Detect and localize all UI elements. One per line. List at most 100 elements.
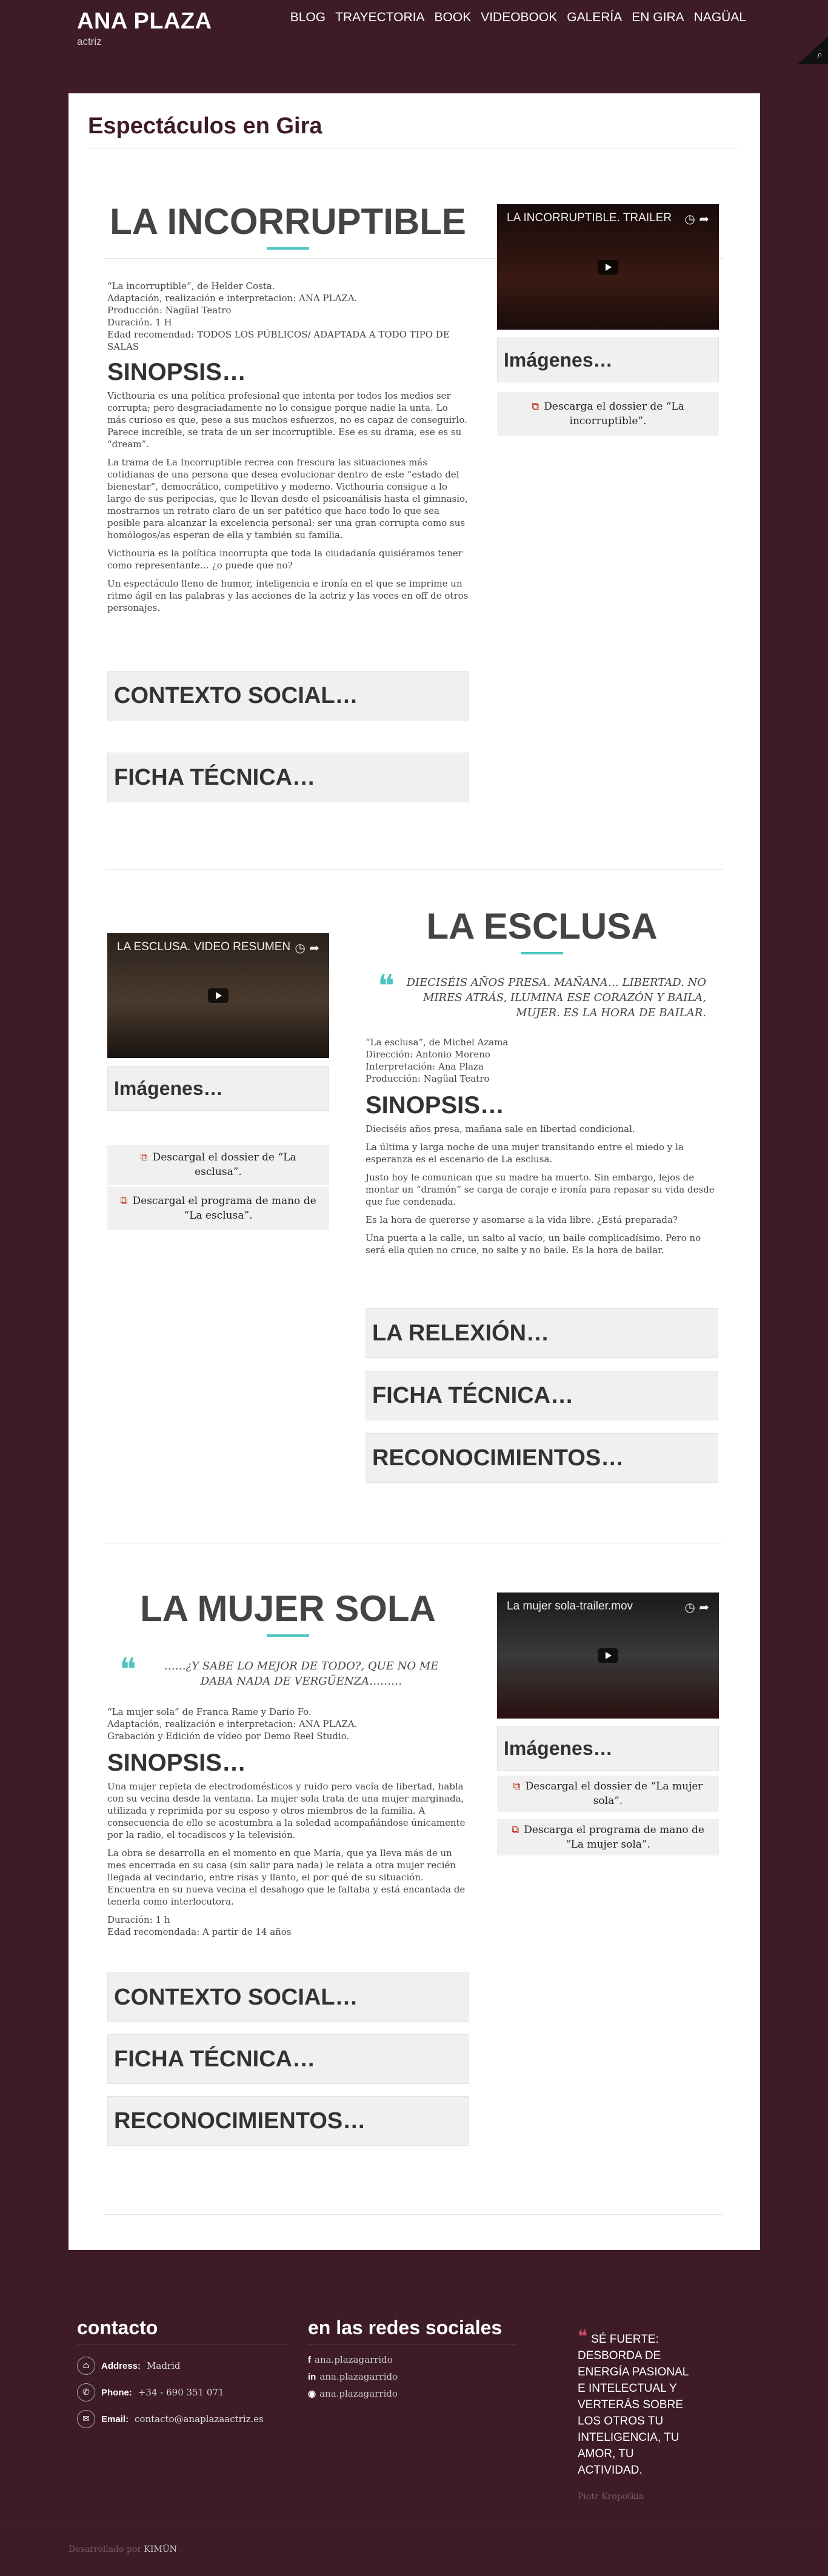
credit-link[interactable]: KIMÜN xyxy=(144,2544,177,2554)
nav-nagual[interactable]: NAGÜAL xyxy=(694,10,746,25)
social-facebook[interactable]: f ana.plazagarrido xyxy=(308,2354,517,2365)
footer-contact-title: contacto xyxy=(77,2317,158,2338)
share-icon[interactable]: ◷ ➦ xyxy=(684,1600,709,1614)
video-player-incorruptible[interactable]: LA INCORRUPTIBLE. TRAILER ◷ ➦ xyxy=(497,204,719,330)
images-label: Imágenes… xyxy=(504,1737,613,1759)
footer-contact: contacto ⌂ Address: Madrid ✆ Phone: +34 … xyxy=(77,2317,286,2428)
footer-credit: Desarrollado por KIMÜN xyxy=(68,2544,177,2554)
share-icon[interactable]: ◷ ➦ xyxy=(684,211,709,226)
images-gallery-toggle[interactable]: Imágenes… xyxy=(497,338,719,382)
credit-line: Producción: Nagüal Teatro xyxy=(107,305,232,316)
collapsible-ficha-tecnica[interactable]: FICHA TÉCNICA… xyxy=(107,2034,469,2084)
social-linkedin[interactable]: in ana.plazagarrido xyxy=(308,2371,517,2382)
synopsis-paragraph: Una puerta a la calle, un salto al vacío… xyxy=(366,1233,701,1256)
credit-line: Adaptación, realización e interpretacion… xyxy=(107,293,358,304)
download-dossier-button[interactable]: ⧉ Descarga el dossier de “La incorruptibl… xyxy=(497,392,719,436)
download-label: Descarga el dossier de “La incorruptible… xyxy=(544,401,684,427)
video-title: La mujer sola-trailer.mov xyxy=(507,1600,633,1612)
search-toggle[interactable]: ⌕ xyxy=(798,36,828,64)
site-header: ANA PLAZA actriz BLOG TRAYECTORIA BOOK V… xyxy=(0,0,828,91)
nav-galeria[interactable]: GALERÍA xyxy=(567,10,622,25)
footer-divider xyxy=(308,2344,517,2345)
quote-icon: ❝ xyxy=(578,2327,588,2347)
nav-en-gira[interactable]: EN GIRA xyxy=(632,10,684,25)
nav-book[interactable]: BOOK xyxy=(435,10,472,25)
section-divider xyxy=(105,2214,723,2215)
synopsis-paragraph: Victhouria es la política incorrupta que… xyxy=(107,548,462,571)
play-button[interactable] xyxy=(208,988,229,1003)
title-underline xyxy=(267,247,309,250)
collapsible-label: CONTEXTO SOCIAL… xyxy=(114,1984,358,2010)
synopsis-paragraph: Un espectáculo lleno de humor, inteligen… xyxy=(107,578,469,613)
contact-email: ✉ Email: contacto@anaplazaactriz.es xyxy=(77,2410,286,2428)
contact-address: ⌂ Address: Madrid xyxy=(77,2357,286,2375)
show-quote: ❝ ……¿Y SABE LO MEJOR DE TODO?, QUE NO ME… xyxy=(107,1655,469,1689)
show-incorruptible-main: LA INCORRUPTIBLE “La incorruptible”, de … xyxy=(107,201,469,614)
brand[interactable]: ANA PLAZA actriz xyxy=(77,8,212,48)
collapsible-label: RECONOCIMIENTOS… xyxy=(114,2108,366,2134)
credit-line: Grabación y Edición de vídeo por Demo Re… xyxy=(107,1731,350,1742)
download-label: Descargal el programa de mano de “La esc… xyxy=(132,1195,316,1222)
home-icon: ⌂ xyxy=(77,2357,95,2375)
download-program-button[interactable]: ⧉ Descarga el programa de mano de “La muj… xyxy=(497,1819,719,1855)
footer-quote: ❝ SÉ FUERTE: DESBORDA DE ENERGÍA PASIONAL… xyxy=(578,2327,699,2502)
nav-trayectoria[interactable]: TRAYECTORIA xyxy=(335,10,424,25)
phone-label: Phone: xyxy=(101,2387,132,2398)
social-handle: ana.plazagarrido xyxy=(319,2388,398,2399)
synopsis-paragraph: La obra se desarrolla en el momento en q… xyxy=(107,1848,466,1907)
show-credits: “La esclusa”, de Michel Azama Dirección:… xyxy=(366,1036,718,1085)
footer-divider xyxy=(77,2344,286,2345)
footer-social-title: en las redes sociales xyxy=(308,2317,502,2338)
video-player-esclusa[interactable]: LA ESCLUSA. VIDEO RESUMEN ◷ ➦ xyxy=(107,933,329,1058)
collapsible-reconocimientos[interactable]: RECONOCIMIENTOS… xyxy=(107,2096,469,2146)
brand-subtitle: actriz xyxy=(77,36,102,47)
nav-blog[interactable]: BLOG xyxy=(290,10,326,25)
address-value: Madrid xyxy=(147,2360,181,2371)
play-button[interactable] xyxy=(598,1648,618,1663)
footer-quote-text: ❝ SÉ FUERTE: DESBORDA DE ENERGÍA PASIONAL… xyxy=(578,2327,699,2478)
collapsible-relexion[interactable]: LA RELEXIÓN… xyxy=(366,1308,718,1358)
social-instagram[interactable]: ◉ ana.plazagarrido xyxy=(308,2388,517,2399)
collapsible-ficha-tecnica[interactable]: FICHA TÉCNICA… xyxy=(107,753,469,802)
credit-prefix: Desarrollado por xyxy=(68,2544,142,2554)
collapsible-ficha-tecnica[interactable]: FICHA TÉCNICA… xyxy=(366,1371,718,1420)
video-title: LA ESCLUSA. VIDEO RESUMEN xyxy=(117,940,291,953)
show-title: LA MUJER SOLA xyxy=(140,1588,436,1629)
synopsis-heading: SINOPSIS… xyxy=(107,1749,246,1776)
show-title: LA INCORRUPTIBLE xyxy=(110,201,466,242)
credit-line: “La mujer sola” de Franca Rame y Darío F… xyxy=(107,1706,312,1717)
credit-line: “La incorruptible”, de Helder Costa. xyxy=(107,281,275,291)
brand-title[interactable]: ANA PLAZA xyxy=(77,8,212,35)
synopsis-heading: SINOPSIS… xyxy=(107,359,246,385)
email-link[interactable]: contacto@anaplazaactriz.es xyxy=(135,2414,264,2425)
download-dossier-button[interactable]: ⧉ Descargal el dossier de “La mujer sola”… xyxy=(497,1776,719,1812)
contact-phone: ✆ Phone: +34 - 690 351 071 xyxy=(77,2383,286,2401)
collapsible-contexto-social[interactable]: CONTEXTO SOCIAL… xyxy=(107,1972,469,2022)
video-player-mujer-sola[interactable]: La mujer sola-trailer.mov ◷ ➦ xyxy=(497,1593,719,1719)
social-handle: ana.plazagarrido xyxy=(319,2371,398,2382)
phone-icon: ✆ xyxy=(77,2383,95,2401)
synopsis-paragraph: La trama de La Incorruptible recrea con … xyxy=(107,457,468,541)
show-credits: “La incorruptible”, de Helder Costa. Ada… xyxy=(107,280,469,353)
external-link-icon: ⧉ xyxy=(140,1151,148,1163)
page-heading: Espectáculos en Gira xyxy=(88,113,740,148)
external-link-icon: ⧉ xyxy=(532,401,539,413)
images-label: Imágenes… xyxy=(114,1077,223,1099)
collapsible-contexto-social[interactable]: CONTEXTO SOCIAL… xyxy=(107,671,469,721)
collapsible-label: CONTEXTO SOCIAL… xyxy=(114,682,358,708)
phone-value[interactable]: +34 - 690 351 071 xyxy=(138,2387,224,2398)
footer-social: en las redes sociales f ana.plazagarrido … xyxy=(308,2317,517,2399)
download-dossier-button[interactable]: ⧉ Descargal el dossier de “La esclusa”. xyxy=(107,1145,329,1185)
images-gallery-toggle[interactable]: Imágenes… xyxy=(497,1726,719,1771)
collapsible-reconocimientos[interactable]: RECONOCIMIENTOS… xyxy=(366,1433,718,1483)
images-label: Imágenes… xyxy=(504,348,613,371)
play-button[interactable] xyxy=(598,259,618,275)
quote-text: ……¿Y SABE LO MEJOR DE TODO?, QUE NO ME D… xyxy=(164,1660,439,1688)
nav-videobook[interactable]: VIDEOBOOK xyxy=(481,10,557,25)
collapsible-label: FICHA TÉCNICA… xyxy=(114,764,316,790)
quote-icon: ❝ xyxy=(378,970,395,1004)
download-program-button[interactable]: ⧉ Descargal el programa de mano de “La es… xyxy=(107,1186,329,1230)
images-gallery-toggle[interactable]: Imágenes… xyxy=(107,1066,329,1111)
email-label: Email: xyxy=(101,2414,129,2425)
share-icon[interactable]: ◷ ➦ xyxy=(295,940,319,955)
